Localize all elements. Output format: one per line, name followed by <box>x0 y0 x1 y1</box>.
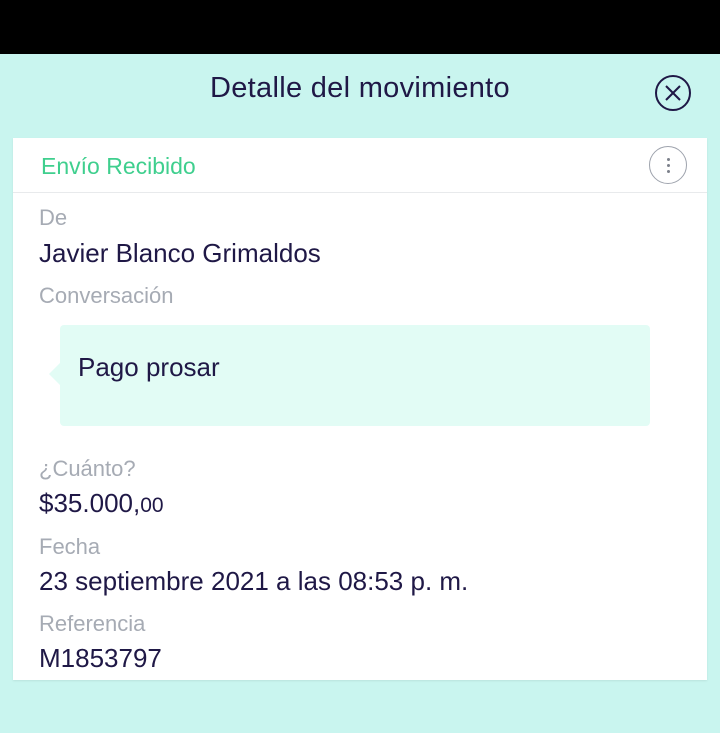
amount-main: $35.000, <box>39 488 141 518</box>
date-value: 23 septiembre 2021 a las 08:53 p. m. <box>39 566 469 596</box>
more-options-button[interactable] <box>649 146 687 184</box>
amount-label: ¿Cuánto? <box>39 456 136 481</box>
close-icon <box>665 85 681 101</box>
more-vertical-icon <box>666 156 670 174</box>
date-label: Fecha <box>39 534 101 559</box>
transaction-detail-card: Envío Recibido De Javier Blanco Grimaldo… <box>13 138 707 680</box>
from-value: Javier Blanco Grimaldos <box>39 238 321 268</box>
message-text: Pago prosar <box>78 352 220 382</box>
reference-label: Referencia <box>39 611 146 636</box>
from-label: De <box>39 205 68 230</box>
status-bar <box>0 0 720 54</box>
message-bubble: Pago prosar <box>49 325 650 426</box>
amount-value: $35.000,00 <box>39 488 164 519</box>
amount-cents: 00 <box>140 494 164 517</box>
card-header: Envío Recibido <box>13 138 707 193</box>
reference-value: M1853797 <box>39 643 162 673</box>
close-button[interactable] <box>655 75 691 111</box>
transaction-type-label: Envío Recibido <box>41 153 196 179</box>
modal-header: Detalle del movimiento <box>0 54 720 138</box>
conversation-label: Conversación <box>39 283 174 308</box>
page-title: Detalle del movimiento <box>210 72 510 104</box>
